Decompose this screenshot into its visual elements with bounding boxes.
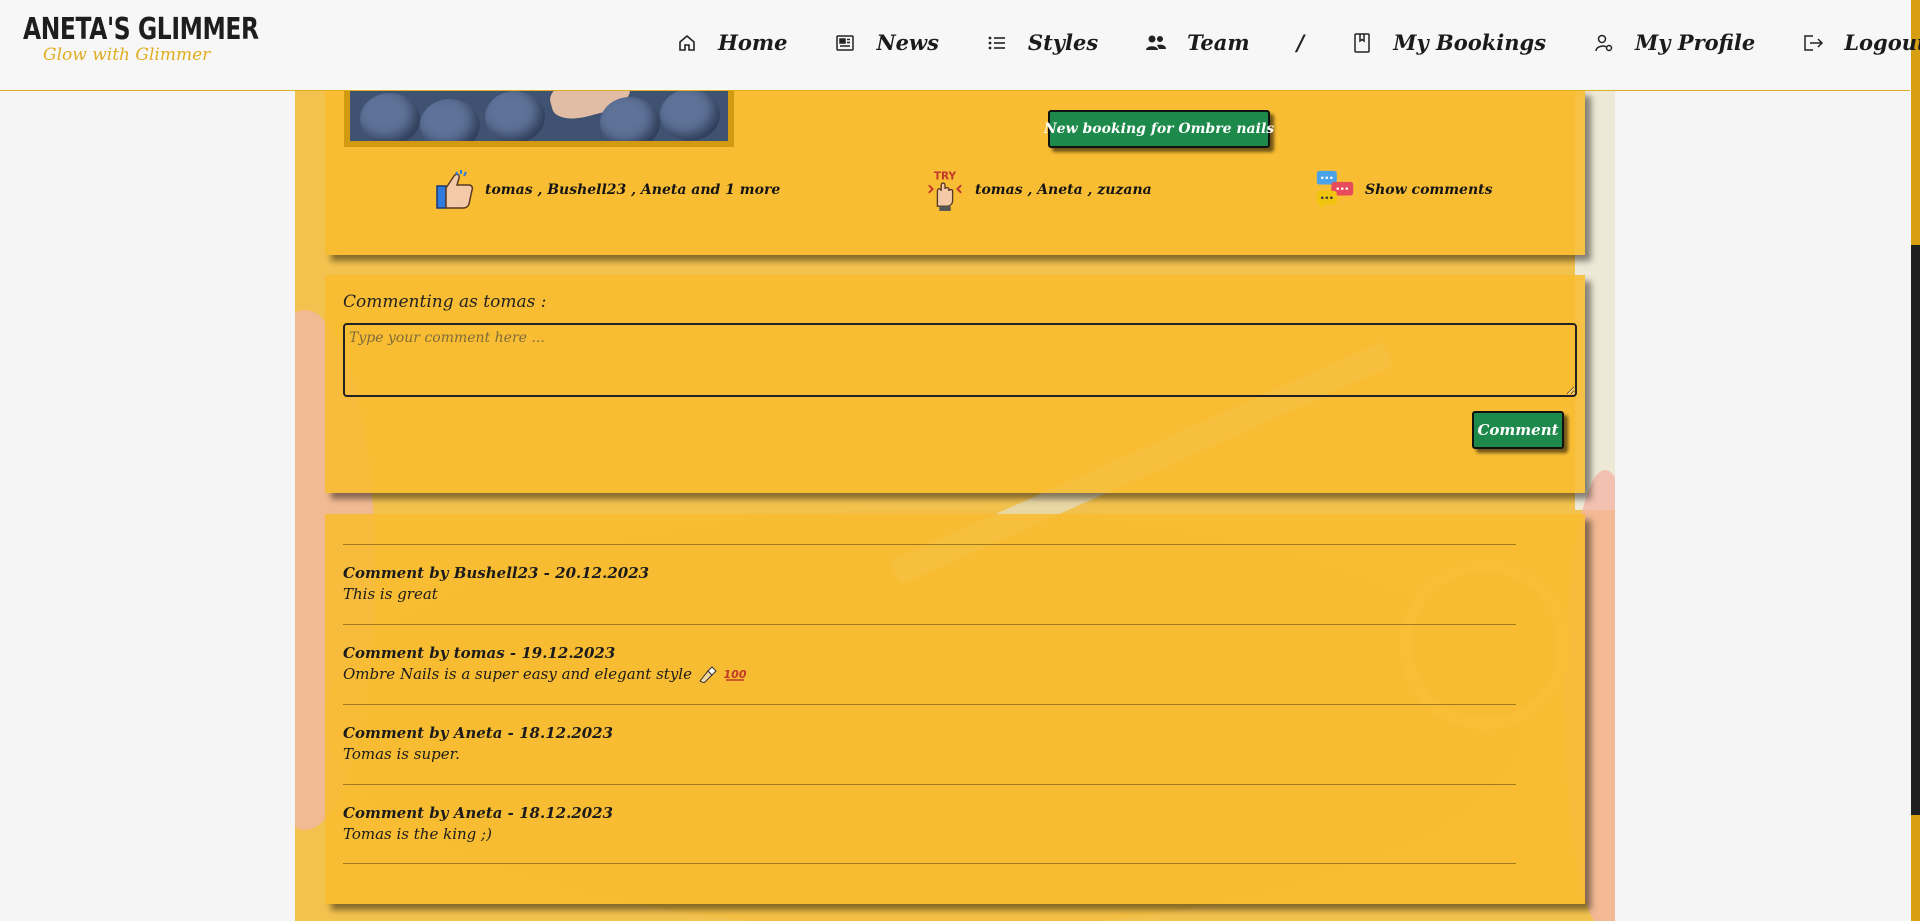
nav-item-team[interactable]: Team [1145,30,1250,55]
nav-item-my-profile[interactable]: My Profile [1593,30,1755,55]
comment-text: Ombre Nails is a super easy and elegant … [343,663,1516,685]
likes-text: tomas , Bushell23 , Aneta and 1 more [485,182,781,198]
brand-name: ANETA'S GLIMMER [23,12,259,47]
comment-header: Comment by Bushell23 - 20.12.2023 [343,564,650,582]
nav-label: Home [718,30,788,55]
home-icon [676,32,698,54]
chat-bubbles-icon [1315,168,1355,212]
comment-text-content: This is great [343,585,438,603]
comment-text: This is great [343,583,1516,605]
nav-item-my-bookings[interactable]: My Bookings [1351,30,1546,55]
nav-label: Styles [1027,30,1099,55]
image-detail [600,97,660,141]
team-icon [1145,32,1167,54]
image-detail [660,89,720,141]
nav-item-logout[interactable]: Logout [1802,30,1920,55]
nail-polish-emoji-icon [698,665,718,683]
hundred-emoji-icon: 100 [724,665,746,683]
comment-text-content: Tomas is the king ;) [343,825,492,843]
like-reaction[interactable]: tomas , Bushell23 , Aneta and 1 more [435,168,780,212]
brand-tagline: Glow with Glimmer [43,45,211,65]
comment-item: Comment by tomas - 19.12.2023 Ombre Nail… [343,624,1516,704]
comment-header: Comment by Aneta - 18.12.2023 [343,724,614,742]
top-navbar: ANETA'S GLIMMER Glow with Glimmer Home N… [0,0,1920,91]
new-booking-button[interactable]: New booking for Ombre nails [1044,110,1274,148]
newspaper-icon [834,32,856,54]
thumbs-up-icon [435,168,475,212]
try-hand-icon: TRY [925,168,965,212]
main-nav: Home News Styles Team / My Bookings My P… [676,30,1920,55]
commenting-as-label: Commenting as tomas : [343,292,547,312]
nav-item-news[interactable]: News [834,30,939,55]
svg-text:100: 100 [724,668,746,681]
comments-card: Comment by Bushell23 - 20.12.2023 This i… [325,514,1585,904]
post-image [344,85,734,147]
comment-form-card: Commenting as tomas : Comment [325,275,1585,493]
nav-label: News [876,30,939,55]
user-gear-icon [1593,32,1615,54]
nav-item-styles[interactable]: Styles [986,30,1098,55]
show-comments-label: Show comments [1365,182,1493,198]
logout-icon [1802,32,1824,54]
nav-label: Logout [1844,30,1920,55]
comment-text-content: Ombre Nails is a super easy and elegant … [343,665,692,683]
comment-item: Comment by Aneta - 18.12.2023 Tomas is t… [343,784,1516,864]
image-detail [420,99,480,141]
comment-item: Comment by Bushell23 - 20.12.2023 This i… [343,544,1516,624]
comment-header: Comment by Aneta - 18.12.2023 [343,804,614,822]
list-icon [986,32,1008,54]
comment-item: Comment by Aneta - 18.12.2023 Tomas is s… [343,704,1516,784]
comment-header: Comment by tomas - 19.12.2023 [343,644,616,662]
comment-textarea[interactable] [343,323,1577,397]
bookmark-book-icon [1351,32,1373,54]
nav-separator: / [1296,30,1305,55]
try-badge-text: TRY [934,171,957,183]
brand-logo[interactable]: ANETA'S GLIMMER Glow with Glimmer [23,12,325,66]
nav-label: Team [1187,30,1250,55]
page-scrollbar[interactable] [1911,0,1920,921]
comment-text: Tomas is super. [343,743,1516,765]
image-detail [360,93,420,141]
comment-list: Comment by Bushell23 - 20.12.2023 This i… [343,544,1516,864]
try-reaction[interactable]: TRY tomas , Aneta , zuzana [925,168,1152,212]
scrollbar-thumb[interactable] [1911,245,1920,815]
nav-label: My Profile [1635,30,1756,55]
nav-label: My Bookings [1393,30,1547,55]
image-detail [485,91,545,141]
comment-text-content: Tomas is super. [343,745,460,763]
nav-item-home[interactable]: Home [676,30,787,55]
post-card: New booking for Ombre nails tomas , Bush… [325,85,1585,255]
submit-comment-button[interactable]: Comment [1472,411,1564,449]
tries-text: tomas , Aneta , zuzana [975,182,1152,198]
comment-text: Tomas is the king ;) [343,823,1516,845]
show-comments-toggle[interactable]: Show comments [1315,168,1492,212]
